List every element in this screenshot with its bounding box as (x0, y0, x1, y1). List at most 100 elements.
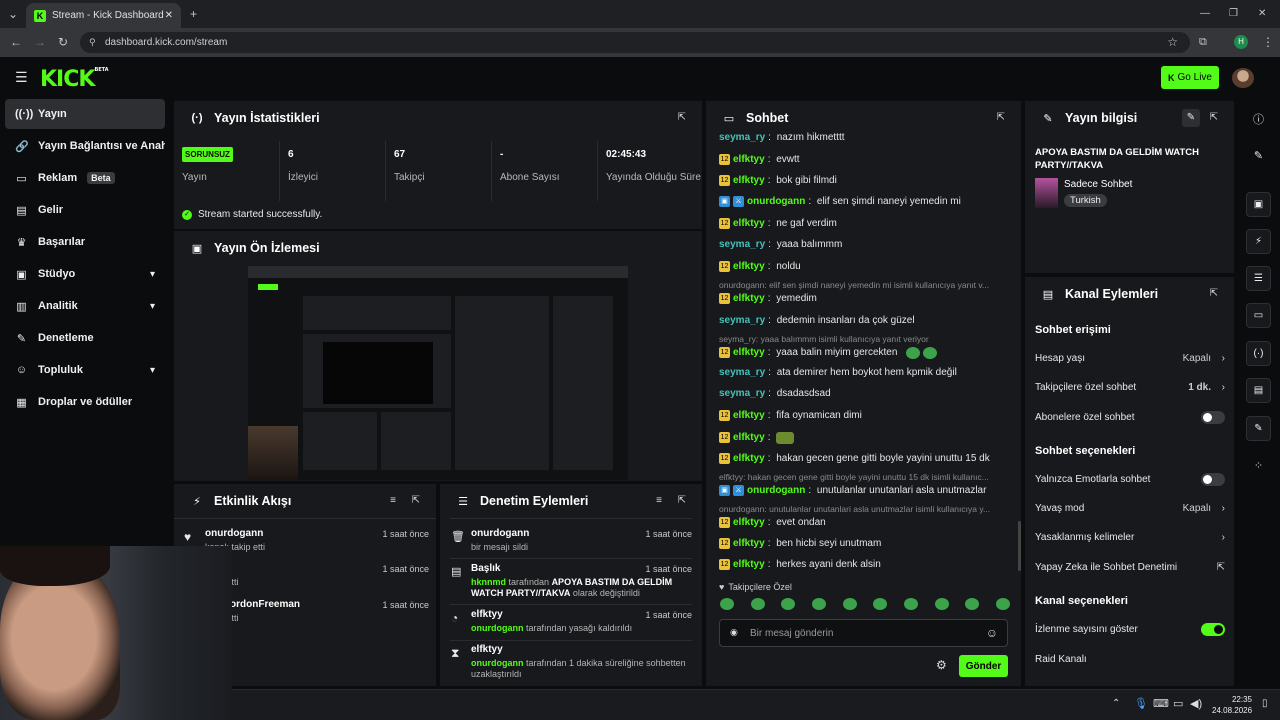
volume-icon[interactable]: ◀) (1190, 697, 1202, 710)
show-viewers-toggle[interactable] (1201, 622, 1225, 636)
emote-icon[interactable] (750, 598, 765, 610)
emote-icon[interactable] (811, 598, 826, 610)
filter-icon[interactable]: ≡ (656, 495, 662, 506)
hamburger-menu-icon[interactable]: ☰ (15, 69, 28, 86)
sidebar-item-ads[interactable]: ▭ Reklam Beta (5, 163, 165, 193)
url-field[interactable]: ⚲ dashboard.kick.com/stream ☆ (80, 32, 1190, 53)
emote-icon[interactable] (873, 598, 888, 610)
chat-message[interactable]: seyma_ry: nazım hikmetttt (719, 130, 1009, 145)
slow-mode-setting[interactable]: Yavaş mod Kapalı › (1035, 499, 1225, 517)
user-avatar[interactable] (1232, 68, 1254, 88)
category-name[interactable]: Sadece Sohbet (1064, 179, 1132, 190)
filter-icon[interactable]: ≡ (390, 495, 396, 506)
ai-moderation-setting[interactable]: Yapay Zeka ile Sohbet Denetimi ⇱ (1035, 558, 1225, 576)
browser-menu-icon[interactable]: ⋮ (1262, 35, 1274, 49)
raid-channel-setting[interactable]: Raid Kanalı (1035, 650, 1225, 668)
chat-message[interactable]: seyma_ry: dedemin insanları da çok güzel (719, 313, 1009, 328)
sidebar-item-revenue[interactable]: ▤ Gelir (5, 195, 165, 225)
close-window-icon[interactable]: ✕ (1258, 7, 1266, 21)
emoji-picker-icon[interactable]: ☺ (986, 626, 998, 640)
chat-message[interactable]: ▣ ⚔ onurdogann: unutulanlar unutanlari asl… (719, 483, 1009, 498)
chat-message[interactable]: seyma_ry: ata demirer hem boykot hem kpm… (719, 365, 1009, 380)
sidebar-item-drops[interactable]: ▦ Droplar ve ödüller (5, 387, 165, 417)
popout-icon[interactable]: ⇱ (678, 112, 686, 123)
emote-icon[interactable] (842, 598, 857, 610)
go-live-button[interactable]: K Go Live (1161, 66, 1219, 89)
emote-icon[interactable] (965, 598, 980, 610)
chat-message[interactable]: 12 elfktyy: hakan gecen gene gitti boyle … (719, 451, 1009, 466)
sidebar-item-yayin[interactable]: ((·)) Yayın (5, 99, 165, 129)
chat-settings-gear-icon[interactable]: ⚙ (936, 658, 947, 672)
stream-preview-video[interactable] (248, 266, 628, 480)
emote-icon[interactable] (934, 598, 949, 610)
restore-icon[interactable]: ❐ (1229, 7, 1238, 21)
chat-message[interactable]: seyma_ry: yaaa balımmm (719, 237, 1009, 252)
rail-channel-icon[interactable]: ▤ (1246, 378, 1271, 403)
emote-icon[interactable] (720, 598, 734, 610)
reload-icon[interactable]: ↻ (58, 35, 68, 49)
keyboard-icon[interactable]: ⌨ (1153, 697, 1169, 710)
send-button[interactable]: Gönder (959, 655, 1008, 677)
forward-icon[interactable]: → (34, 35, 46, 49)
close-tab-icon[interactable]: ✕ (165, 10, 173, 21)
rail-chat-icon[interactable]: ▭ (1246, 303, 1271, 328)
site-info-icon[interactable]: ⚲ (89, 32, 96, 53)
chat-message[interactable]: 12 elfktyy: evet ondan (719, 515, 1009, 530)
popout-icon[interactable]: ⇱ (997, 112, 1005, 123)
profile-avatar[interactable]: H (1234, 35, 1248, 49)
chat-message[interactable]: ▣ ⚔ onurdogann: elif sen şimdi naneyi yeme… (719, 194, 1009, 209)
subs-only-toggle[interactable] (1201, 410, 1225, 424)
rail-ad-icon[interactable]: ▣ (1246, 192, 1271, 217)
sidebar-item-stream-key[interactable]: 🔗Yayın Bağlantısı ve Anahtarı (5, 131, 165, 161)
sidebar-item-studio[interactable]: ▣ Stüdyo ▾ (5, 259, 165, 289)
sidebar-item-analytics[interactable]: ▥ Analitik ▾ (5, 291, 165, 321)
bookmark-star-icon[interactable]: ☆ (1167, 32, 1178, 53)
chat-message[interactable]: 12 elfktyy: noldu (719, 259, 1009, 274)
sidebar-item-moderation[interactable]: ✎ Denetleme (5, 323, 165, 353)
minimize-icon[interactable]: — (1200, 7, 1210, 21)
chat-message[interactable]: 12 elfktyy: (719, 430, 1009, 445)
back-icon[interactable]: ← (10, 35, 22, 49)
sidebar-item-community[interactable]: ☺ Topluluk ▾ (5, 355, 165, 385)
browser-tab[interactable]: K Stream - Kick Dashboard ✕ (26, 3, 181, 28)
new-tab-icon[interactable]: + (190, 7, 197, 21)
popout-icon[interactable]: ⇱ (1210, 288, 1218, 299)
mic-icon[interactable]: 🎙 (1134, 697, 1148, 710)
kick-logo[interactable]: KICKBETA (40, 67, 109, 92)
edit-pencil-icon[interactable]: ✎ (1182, 109, 1200, 127)
emote-icon[interactable] (995, 598, 1010, 610)
rail-broadcast-icon[interactable]: (·) (1246, 341, 1271, 366)
clock[interactable]: 22:35 24.08.2026 (1212, 694, 1252, 716)
edit-icon[interactable]: ✎ (1246, 143, 1271, 168)
rail-list-icon[interactable]: ☰ (1246, 266, 1271, 291)
chat-scrollbar[interactable] (1018, 521, 1021, 571)
chat-message[interactable]: 12 elfktyy: yemedim (719, 291, 1009, 306)
add-widget-icon[interactable]: ⁘ (1246, 453, 1271, 478)
chat-message[interactable]: 12 elfktyy: herkes ayani denk alsin (719, 557, 1009, 572)
info-icon[interactable]: ⓘ (1246, 106, 1271, 131)
chat-message-input[interactable]: ◉ Bir mesaj gönderin ☺ (719, 619, 1008, 647)
chat-message[interactable]: 12 elfktyy: ben hicbi seyi unutmam (719, 536, 1009, 551)
category-thumbnail[interactable] (1035, 178, 1058, 208)
emote-icon[interactable] (903, 598, 918, 610)
network-icon[interactable]: ▭ (1173, 697, 1183, 710)
tray-expand-icon[interactable]: ⌃ (1112, 698, 1120, 709)
popout-icon[interactable]: ⇱ (1210, 112, 1218, 123)
followers-only-chat-setting[interactable]: Takipçilere özel sohbet 1 dk. › (1035, 378, 1225, 396)
emote-icon[interactable] (781, 598, 796, 610)
notifications-icon[interactable]: ▯ (1262, 698, 1268, 709)
banned-words-setting[interactable]: Yasaklanmış kelimeler › (1035, 528, 1225, 546)
popout-icon[interactable]: ⇱ (412, 495, 420, 506)
tab-list-icon[interactable]: ⌄ (8, 7, 18, 21)
sidebar-item-achievements[interactable]: ♛ Başarılar (5, 227, 165, 257)
extensions-icon[interactable]: ⧉ (1199, 35, 1207, 49)
chat-message[interactable]: seyma_ry: dsadasdsad (719, 386, 1009, 401)
account-age-setting[interactable]: Hesap yaşı Kapalı › (1035, 349, 1225, 367)
chat-message[interactable]: 12 elfktyy: yaaa balin miyim gercekten (719, 345, 1009, 360)
chat-message[interactable]: 12 elfktyy: evwtt (719, 152, 1009, 167)
chat-message[interactable]: 12 elfktyy: bok gibi filmdi (719, 173, 1009, 188)
rail-wrench-icon[interactable]: ✎ (1246, 416, 1271, 441)
emote-only-toggle[interactable] (1201, 472, 1225, 486)
chat-message[interactable]: 12 elfktyy: ne gaf verdim (719, 216, 1009, 231)
popout-icon[interactable]: ⇱ (678, 495, 686, 506)
